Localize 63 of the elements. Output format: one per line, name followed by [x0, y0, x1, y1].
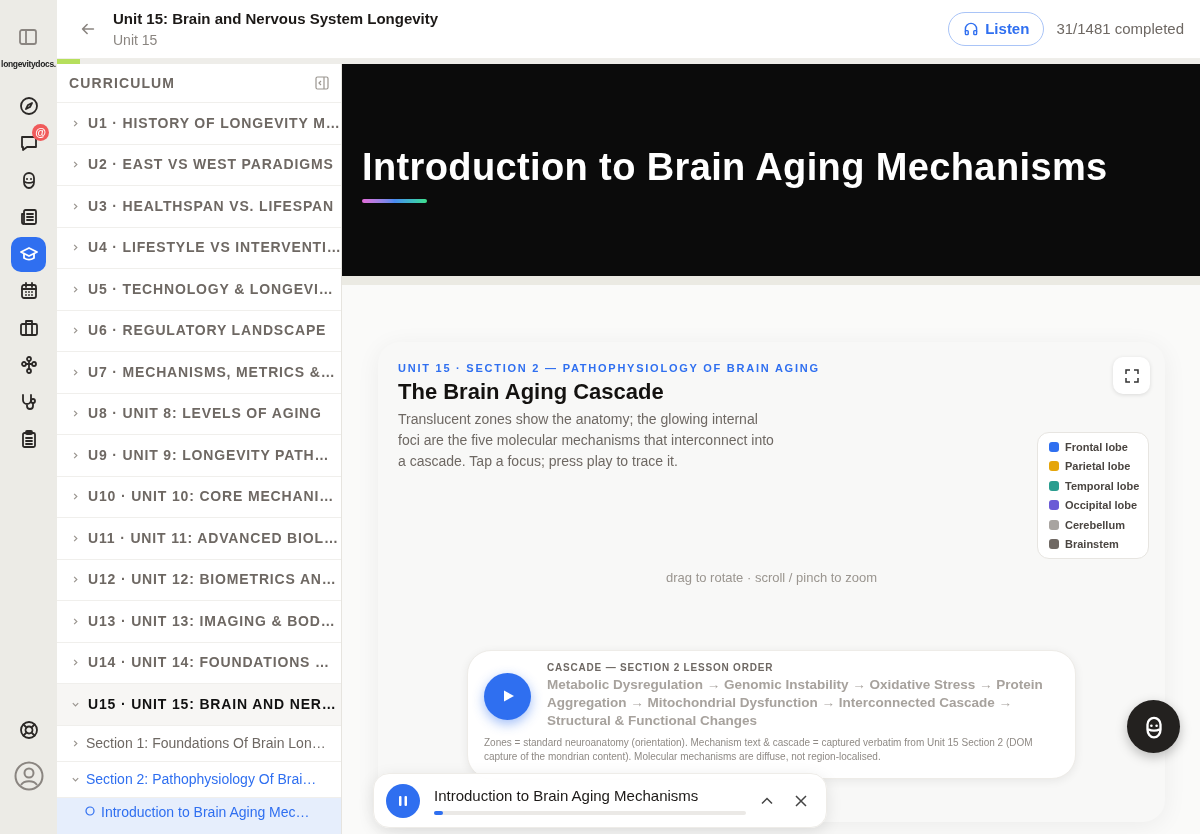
viewer-hint: drag to rotate · scroll / pinch to zoom	[665, 569, 878, 587]
pause-button[interactable]	[386, 783, 420, 818]
chevron-right-icon	[71, 450, 80, 460]
accent-bar	[362, 199, 427, 203]
user-avatar-icon	[13, 761, 44, 791]
sidebar-icon	[17, 27, 38, 47]
collapse-panel-icon	[315, 76, 329, 90]
briefcase-icon	[18, 318, 39, 338]
page-subtitle: Unit 15	[113, 30, 159, 50]
collapse-sidebar-button[interactable]	[315, 76, 329, 90]
player-title: Introduction to Brain Aging Mechanisms	[434, 786, 700, 806]
nav-button[interactable]: @	[11, 125, 46, 161]
section-item[interactable]: Section 2: Pathophysiology Of Brai…	[57, 761, 341, 798]
unit-item[interactable]: U15 · UNIT 15: BRAIN AND NER…	[57, 684, 341, 726]
chevron-right-icon	[71, 326, 80, 336]
close-icon	[794, 793, 808, 808]
calendar-icon	[18, 281, 39, 301]
play-button[interactable]	[484, 672, 531, 720]
chevron-right-icon	[71, 492, 80, 502]
chevron-right-icon	[71, 118, 80, 128]
nodes-icon	[18, 355, 39, 375]
section-heading: CURRICULUM	[69, 73, 176, 93]
expand-icon	[1123, 367, 1140, 384]
card-eyebrow: UNIT 15 · SECTION 2 — PATHOPHYSIOLOGY OF BRAIN AGING	[398, 361, 820, 376]
chevron-right-icon	[71, 284, 80, 294]
legend-label: Cerebellum	[1065, 517, 1125, 533]
headphones-icon	[963, 21, 980, 37]
section-item[interactable]: Section 1: Foundations Of Brain Lon…	[57, 725, 341, 762]
legend-label: Brainstem	[1065, 536, 1119, 552]
compass-icon	[18, 96, 39, 116]
chevron-right-icon	[71, 658, 80, 668]
chevron-right-icon	[71, 575, 80, 585]
chevron-right-icon	[71, 160, 80, 170]
lesson-item[interactable]: Introduction to Brain Aging Mec…	[57, 797, 341, 834]
lifebuoy-icon	[18, 720, 39, 740]
chevron-right-icon	[71, 367, 80, 377]
chevron-right-icon	[71, 201, 80, 211]
newspaper-icon	[18, 207, 39, 227]
chevron-right-icon	[71, 533, 80, 543]
circle-icon	[85, 805, 95, 816]
pause-icon	[397, 794, 409, 807]
hero-title: Introduction to Brain Aging Mechanisms	[362, 145, 1109, 189]
cascade-label: CASCADE — SECTION 2 LESSON ORDER	[547, 660, 775, 675]
legend-label: Occipital lobe	[1065, 498, 1138, 514]
card-title: The Brain Aging Cascade	[398, 378, 665, 406]
chevron-right-icon	[71, 409, 80, 419]
profile-button[interactable]	[12, 760, 45, 792]
chevron-right-icon	[71, 243, 80, 253]
card-description: Translucent zones show the anatomy; the glowing internal foci are the five molecular mechanisms that interconnect into a cascade. Tap a focus; press play to trace it.	[398, 410, 775, 471]
progress-text: 31/1481 completed	[1056, 18, 1184, 39]
fullscreen-button[interactable]	[1113, 357, 1150, 394]
cascade-sequence: Metabolic Dysregulation → Genomic Instability → Oxidative Stress → Protein Aggregation → Mitochondrial Dysfunction → Interconnected Cascade → Structural & Functional Changes	[547, 675, 1044, 730]
mention-badge: @	[32, 123, 49, 141]
page-title: Unit 15: Brain and Nervous System Longevity	[113, 8, 439, 29]
close-button[interactable]	[794, 793, 808, 808]
cascade-note: Zones = standard neuroanatomy (orientation). Mechanism text & cascade = captured verbatim from Unit 15 Section 2 (DOM capture of the mondrian content). Molecular mechanisms are diffuse, not region-localised.	[484, 735, 1034, 764]
legend-label: Frontal lobe	[1065, 440, 1128, 455]
legend-label: Temporal lobe	[1065, 478, 1140, 494]
legend-label: Parietal lobe	[1065, 459, 1131, 475]
sidebar-toggle-button[interactable]	[17, 26, 40, 48]
chevron-right-icon	[71, 738, 80, 748]
chevron-right-icon	[71, 616, 80, 626]
logo[interactable]: longevitydocs.	[1, 60, 56, 69]
